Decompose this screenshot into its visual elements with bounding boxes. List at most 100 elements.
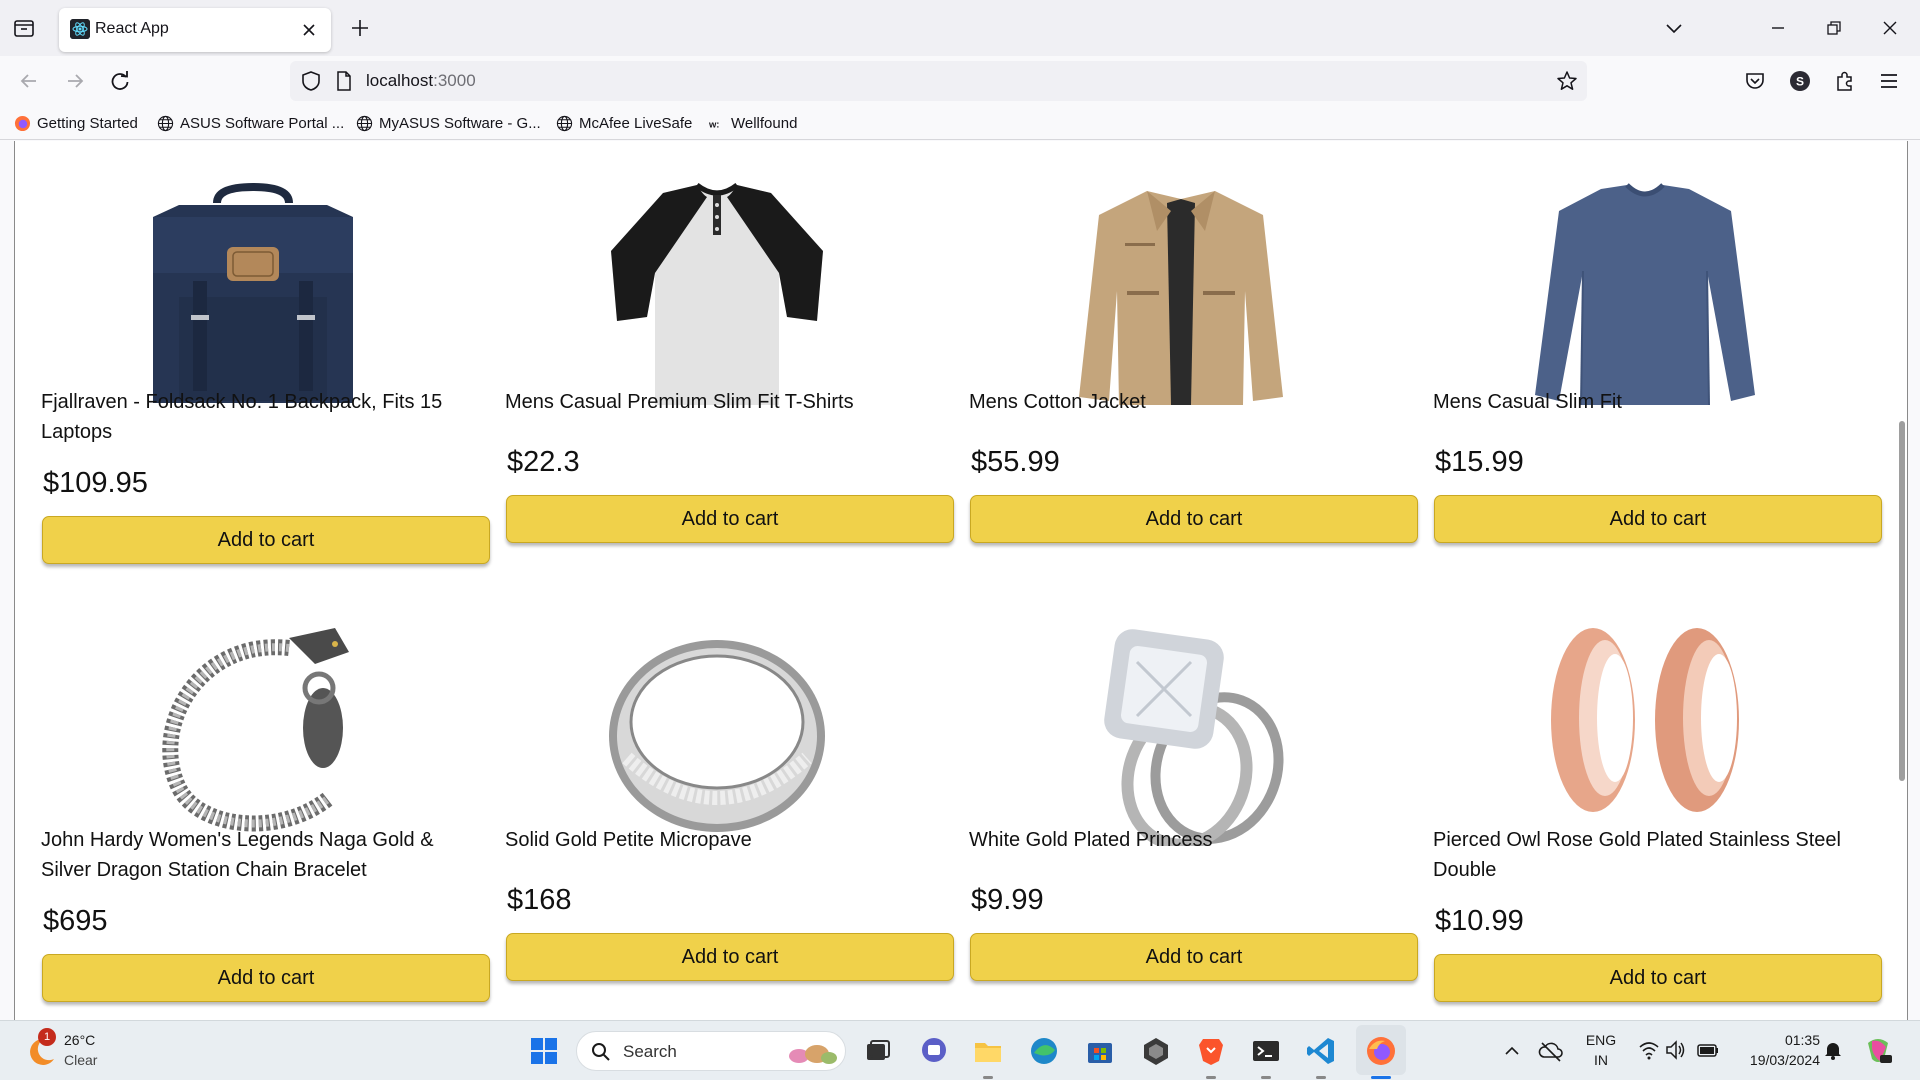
url-text[interactable]: localhost:3000	[366, 71, 476, 91]
product-title: Pierced Owl Rose Gold Plated Stainless S…	[1433, 829, 1841, 881]
tab-bar: React App	[0, 0, 1920, 56]
react-logo-icon	[70, 19, 90, 39]
back-icon[interactable]	[16, 68, 42, 94]
firefox-icon[interactable]	[1365, 1035, 1397, 1067]
copilot-icon[interactable]	[1862, 1035, 1894, 1067]
task-view-icon[interactable]	[862, 1035, 894, 1067]
add-to-cart-button[interactable]: Add to cart	[970, 495, 1418, 543]
search-highlight-icon	[789, 1045, 837, 1064]
tracking-protection-icon[interactable]	[300, 70, 322, 92]
chat-icon[interactable]	[918, 1035, 950, 1067]
long-sleeve-shirt-image	[1535, 183, 1755, 406]
add-to-cart-button[interactable]: Add to cart	[42, 954, 490, 1002]
firefox-icon	[14, 115, 31, 131]
list-all-tabs-icon[interactable]	[1662, 16, 1686, 40]
vscode-icon[interactable]	[1305, 1035, 1337, 1067]
product-price: $695	[43, 905, 108, 937]
bookmark-mcafee-livesafe[interactable]: McAfee LiveSafe	[556, 113, 692, 133]
running-indicator	[1316, 1076, 1326, 1079]
account-avatar-icon[interactable]: S	[1787, 68, 1813, 94]
bookmark-label: Wellfound	[731, 114, 798, 132]
product-title: Mens Casual Slim Fit	[1433, 391, 1622, 413]
page-scrollbar[interactable]	[1899, 421, 1905, 781]
minimize-icon[interactable]	[1766, 16, 1790, 40]
windows-start-icon[interactable]	[528, 1035, 560, 1067]
new-tab-icon[interactable]	[348, 16, 372, 40]
bracelet-image	[162, 628, 349, 832]
tab-list-icon[interactable]	[12, 16, 36, 40]
bookmark-label: ASUS Software Portal ...	[180, 114, 345, 132]
product-title: Fjallraven - Foldsack No. 1 Backpack, Fi…	[41, 391, 443, 443]
wifi-icon[interactable]	[1638, 1039, 1660, 1061]
windows-taskbar: 1 26°C Clear Search ENG IN 01:35 19/03/2…	[0, 1020, 1920, 1080]
tshirt-image	[611, 182, 823, 405]
notification-bell-icon[interactable]	[1822, 1039, 1844, 1061]
search-label: Search	[623, 1042, 677, 1061]
product-price: $168	[507, 884, 572, 916]
clock-time[interactable]: 01:35	[1730, 1032, 1820, 1048]
volume-icon[interactable]	[1664, 1039, 1686, 1061]
jacket-image	[1079, 191, 1283, 405]
active-indicator	[1371, 1076, 1391, 1079]
product-title: Mens Cotton Jacket	[969, 391, 1146, 413]
url-port: :3000	[433, 71, 476, 90]
language-indicator-bottom[interactable]: IN	[1578, 1052, 1624, 1068]
product-price: $10.99	[1435, 905, 1524, 937]
show-hidden-icons-icon[interactable]	[1500, 1039, 1524, 1063]
tab-title: React App	[95, 20, 169, 37]
unity-icon[interactable]	[1140, 1035, 1172, 1067]
forward-icon[interactable]	[62, 68, 88, 94]
brave-browser-icon[interactable]	[1195, 1035, 1227, 1067]
bookmark-wellfound[interactable]: w: Wellfound	[708, 113, 797, 133]
add-to-cart-button[interactable]: Add to cart	[42, 516, 490, 564]
product-title: John Hardy Women's Legends Naga Gold & S…	[41, 829, 434, 881]
microsoft-store-icon[interactable]	[1084, 1035, 1116, 1067]
file-explorer-icon[interactable]	[972, 1035, 1004, 1067]
product-title: Mens Casual Premium Slim Fit T-Shirts	[505, 391, 854, 413]
bookmark-getting-started[interactable]: Getting Started	[14, 113, 138, 133]
add-to-cart-button[interactable]: Add to cart	[970, 933, 1418, 981]
edge-browser-icon[interactable]	[1028, 1035, 1060, 1067]
rose-gold-plugs-image	[1551, 628, 1739, 812]
search-icon	[592, 1043, 610, 1061]
bookmarks-toolbar: Getting Started ASUS Software Portal ...…	[0, 106, 1920, 140]
product-price: $22.3	[507, 446, 580, 478]
close-window-icon[interactable]	[1878, 16, 1902, 40]
browser-tab-active[interactable]: React App	[59, 8, 331, 52]
taskbar-search[interactable]: Search	[576, 1031, 846, 1071]
clock-date[interactable]: 19/03/2024	[1730, 1052, 1820, 1068]
terminal-icon[interactable]	[1250, 1035, 1282, 1067]
add-to-cart-button[interactable]: Add to cart	[506, 933, 954, 981]
product-price: $15.99	[1435, 446, 1524, 478]
svg-text:S: S	[1796, 75, 1804, 89]
backpack-image	[153, 182, 353, 403]
battery-icon[interactable]	[1696, 1039, 1720, 1061]
bookmark-asus-software-portal[interactable]: ASUS Software Portal ...	[157, 113, 344, 133]
language-indicator-top[interactable]: ENG	[1578, 1032, 1624, 1048]
product-price: $109.95	[43, 467, 148, 499]
bookmark-label: MyASUS Software - G...	[379, 114, 541, 132]
svg-text:w:: w:	[708, 119, 719, 130]
restore-icon[interactable]	[1822, 16, 1846, 40]
weather-temperature[interactable]: 26°C	[64, 1032, 95, 1048]
add-to-cart-button[interactable]: Add to cart	[1434, 495, 1882, 543]
extensions-icon[interactable]	[1832, 68, 1858, 94]
bookmark-label: McAfee LiveSafe	[579, 114, 693, 132]
close-tab-icon[interactable]	[299, 20, 319, 40]
add-to-cart-button[interactable]: Add to cart	[506, 495, 954, 543]
menu-icon[interactable]	[1876, 68, 1902, 94]
pocket-icon[interactable]	[1742, 68, 1768, 94]
running-indicator	[1261, 1076, 1271, 1079]
bookmark-myasus-software[interactable]: MyASUS Software - G...	[356, 113, 541, 133]
address-bar[interactable]: localhost:3000	[290, 61, 1587, 101]
add-to-cart-button[interactable]: Add to cart	[1434, 954, 1882, 1002]
weather-description[interactable]: Clear	[64, 1052, 97, 1068]
page-info-icon[interactable]	[334, 70, 354, 92]
onedrive-icon[interactable]	[1538, 1039, 1564, 1063]
running-indicator	[983, 1076, 993, 1079]
globe-icon	[356, 115, 373, 131]
weather-notification-badge: 1	[38, 1028, 56, 1046]
bookmark-star-icon[interactable]	[1555, 69, 1579, 93]
product-title: White Gold Plated Princess	[969, 829, 1213, 851]
reload-icon[interactable]	[107, 68, 133, 94]
